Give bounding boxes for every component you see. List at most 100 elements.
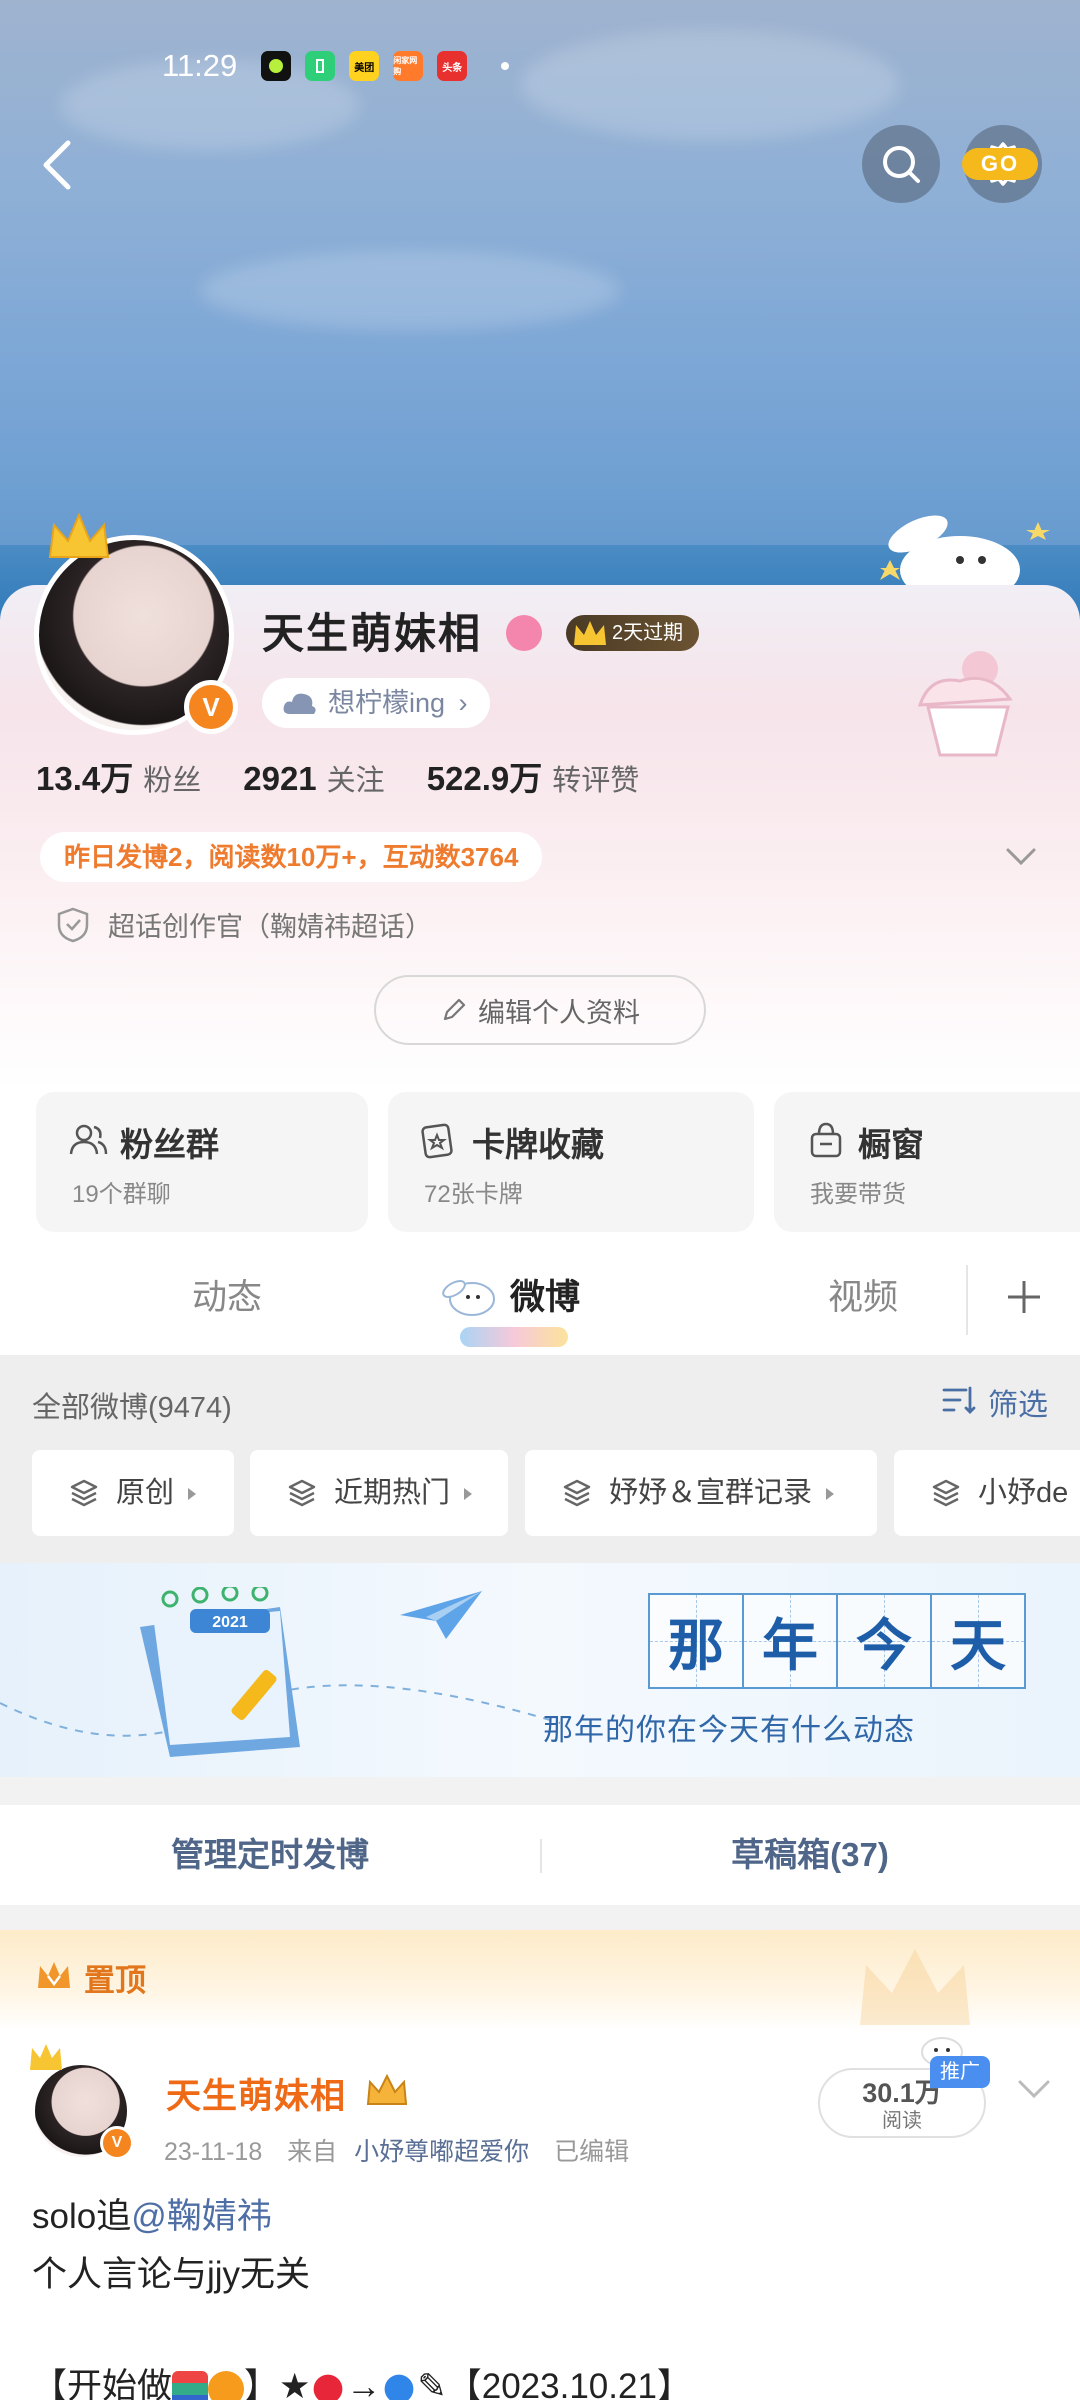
followers-count[interactable]: 13.4万 xyxy=(36,752,133,800)
cloud-icon xyxy=(283,693,316,714)
post-text-prefix: solo追 xyxy=(32,2197,132,2236)
card-collection-card[interactable]: 卡牌收藏 72张卡牌 xyxy=(388,1092,874,1232)
promote-badge[interactable]: 推广 xyxy=(930,2056,990,2088)
memory-banner[interactable]: 2021 那 年 今 天 那年的你在今天有什么动态 xyxy=(0,1563,1080,1777)
chip-recent-hot[interactable]: 近期热门 xyxy=(250,1450,508,1536)
people-icon xyxy=(69,1124,108,1155)
title-char: 天 xyxy=(930,1593,1026,1689)
filter-icon xyxy=(942,1386,976,1414)
memory-go-button[interactable]: GO xyxy=(962,148,1038,180)
chip-group-record[interactable]: 妤妤＆宣群记录 xyxy=(525,1450,877,1536)
title-char: 今 xyxy=(836,1593,932,1689)
verified-badge: V xyxy=(184,680,238,734)
fan-group-title: 粉丝群 xyxy=(120,1126,219,1163)
edit-profile-button[interactable]: 编辑个人资料 xyxy=(374,975,706,1045)
chevron-down-icon[interactable] xyxy=(1004,842,1038,870)
triangle-right-icon xyxy=(464,1488,473,1501)
shopping-bag-icon xyxy=(810,1122,842,1158)
bunny-mascot-icon xyxy=(442,1280,495,1316)
post-text-line-3: 【开始做 】★ → ✎【2023.10.21】 xyxy=(32,2358,692,2400)
calendar-illustration: 2021 xyxy=(140,1587,300,1757)
crown-icon xyxy=(48,512,110,558)
crown-icon xyxy=(38,1962,70,1988)
add-tab-icon[interactable] xyxy=(1004,1277,1044,1317)
supertopic-role[interactable]: 超话创作官（鞠婧祎超话） xyxy=(56,905,432,944)
chevron-left-icon xyxy=(43,140,71,190)
post-author-name[interactable]: 天生萌妹相 xyxy=(166,2068,346,2119)
filter-button[interactable]: 筛选 xyxy=(940,1380,1048,1424)
all-posts-count: 全部微博(9474) xyxy=(32,1392,232,1424)
vip-badge[interactable]: 2天过期 xyxy=(566,615,700,651)
followers-label[interactable]: 粉丝 xyxy=(143,757,201,799)
chip-original[interactable]: 原创 xyxy=(32,1450,234,1536)
chip-group-record-label: 妤妤＆宣群记录 xyxy=(609,1477,813,1509)
red-heart-emoji-icon xyxy=(308,2368,349,2400)
post-text-start: 【开始做 xyxy=(32,2367,173,2400)
vip-crown-icon xyxy=(366,2073,408,2105)
pencil-icon xyxy=(443,998,466,1021)
blue-heart-emoji-icon xyxy=(379,2368,420,2400)
ring-app-icon xyxy=(261,51,292,81)
card-collection-title: 卡牌收藏 xyxy=(472,1126,604,1163)
orange-emoji-icon xyxy=(208,2370,245,2400)
meituan-app-icon: 美团 xyxy=(349,51,380,81)
drafts-button[interactable]: 草稿箱(37) xyxy=(540,1805,1080,1905)
back-button[interactable] xyxy=(30,135,90,195)
post-text-end: 【2023.10.21】 xyxy=(446,2367,692,2400)
chip-xiaoyu[interactable]: 小妤de xyxy=(894,1450,1080,1536)
post-mention-link[interactable]: @鞠婧祎 xyxy=(131,2197,272,2236)
post-source-prefix: 来自 xyxy=(287,2138,338,2166)
chip-xiaoyu-label: 小妤de xyxy=(978,1477,1069,1509)
search-button[interactable] xyxy=(862,125,940,203)
books-emoji-icon xyxy=(172,2370,209,2400)
supertopic-role-text: 超话创作官（鞠婧祎超话） xyxy=(108,912,432,942)
yesterday-summary[interactable]: 昨日发博2，阅读数10万+，互动数3764 xyxy=(40,832,543,882)
title-char: 年 xyxy=(742,1593,838,1689)
post-edited: 已编辑 xyxy=(554,2138,630,2166)
following-label[interactable]: 关注 xyxy=(327,757,385,799)
layers-icon xyxy=(70,1479,98,1507)
manage-row: 管理定时发博 草稿箱(37) xyxy=(0,1805,1080,1905)
showcase-subtitle: 我要带货 xyxy=(810,1181,906,1208)
fan-group-card[interactable]: 粉丝群 19个群聊 xyxy=(36,1092,368,1232)
mood-status[interactable]: 想柠檬ing › xyxy=(262,678,490,728)
profile-cover-image[interactable] xyxy=(0,0,1080,620)
taobao-app-icon: 闲家网购 xyxy=(393,51,424,81)
interactions-count[interactable]: 522.9万 xyxy=(427,752,543,800)
profile-page: 11:29 美团 闲家网购 头条 V 天生萌妹相 2天过期 想柠檬ing › 1… xyxy=(0,0,1080,2400)
post-text-mid: 】★ xyxy=(244,2367,311,2400)
profile-stats: 13.4万 粉丝 2921 关注 522.9万 转评赞 xyxy=(36,752,681,800)
chevron-down-icon[interactable] xyxy=(1016,2074,1052,2102)
mood-text: 想柠檬ing xyxy=(328,688,446,718)
scheduled-posts-button[interactable]: 管理定时发博 xyxy=(0,1805,540,1905)
triangle-right-icon xyxy=(826,1488,835,1501)
post-source[interactable]: 小妤尊嘟超爱你 xyxy=(354,2138,529,2166)
tab-dynamic[interactable]: 动态 xyxy=(192,1269,262,1320)
interactions-label[interactable]: 转评赞 xyxy=(552,757,639,799)
showcase-card[interactable]: 橱窗 我要带货 xyxy=(774,1092,1080,1232)
following-count[interactable]: 2921 xyxy=(243,760,316,798)
tab-divider xyxy=(966,1265,968,1335)
chevron-right-icon: › xyxy=(458,688,468,718)
profile-tabs: 动态 微博 视频 xyxy=(0,1245,1080,1355)
layers-icon xyxy=(288,1479,316,1507)
memory-banner-subtitle: 那年的你在今天有什么动态 xyxy=(543,1713,915,1748)
tab-active-indicator xyxy=(460,1327,568,1347)
post-date: 23-11-18 xyxy=(164,2138,263,2166)
memory-banner-title: 那 年 今 天 xyxy=(648,1593,1026,1689)
tab-video[interactable]: 视频 xyxy=(828,1269,898,1320)
filter-label: 筛选 xyxy=(988,1389,1048,1422)
level-badge-icon[interactable] xyxy=(506,615,542,651)
search-icon xyxy=(883,146,920,183)
pinned-label: 置顶 xyxy=(84,1963,146,1998)
tab-weibo[interactable]: 微博 xyxy=(510,1269,580,1320)
crown-icon xyxy=(30,2044,62,2070)
cupcake-sticker xyxy=(917,651,1013,757)
avatar-container[interactable]: V xyxy=(34,512,238,735)
card-collection-subtitle: 72张卡牌 xyxy=(424,1181,523,1208)
chip-original-label: 原创 xyxy=(116,1477,175,1509)
vip-expiry-text: 2天过期 xyxy=(612,622,684,644)
notification-dot xyxy=(501,62,510,70)
paper-plane-icon xyxy=(400,1591,482,1639)
read-label: 阅读 xyxy=(882,2110,922,2132)
